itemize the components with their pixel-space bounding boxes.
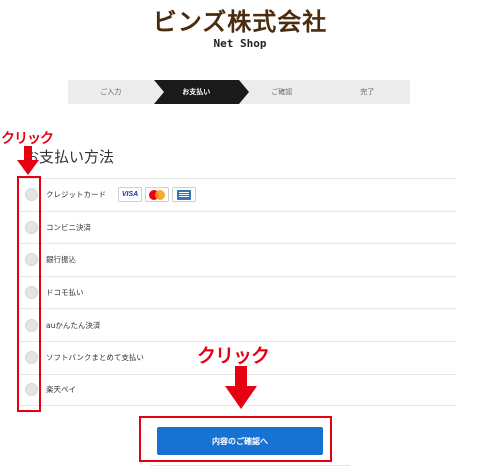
step-confirm: ご確認 (239, 80, 325, 104)
down-arrow-icon (17, 146, 39, 175)
mastercard-icon (145, 187, 169, 203)
step-complete: 完了 (325, 80, 411, 104)
logo-main-text: ビンズ株式会社 (152, 8, 328, 36)
visa-icon: VISA (118, 187, 142, 203)
logo-sub-text: Net Shop (213, 37, 267, 50)
payment-option-label: ドコモ払い (46, 288, 84, 298)
step-label: 完了 (360, 88, 375, 96)
step-label: ご確認 (271, 88, 293, 96)
payment-option-label: auかんたん決済 (46, 320, 101, 330)
payment-option-label: 楽天ペイ (46, 385, 76, 395)
divider (150, 465, 350, 466)
shop-logo[interactable]: ビンズ株式会社 Net Shop (140, 8, 340, 56)
radio-highlight-box (17, 176, 41, 412)
checkout-steps: ご入力 お支払い ご確認 完了 (68, 80, 410, 104)
down-arrow-icon (225, 366, 257, 409)
payment-option-label: ソフトバンクまとめて支払い (46, 353, 144, 363)
payment-option-label: 銀行振込 (46, 255, 76, 265)
payment-option-label: コンビニ決済 (46, 222, 91, 232)
payment-option-convenience-store[interactable]: コンビニ決済 (20, 210, 456, 244)
step-input: ご入力 (68, 80, 163, 104)
payment-option-bank-transfer[interactable]: 銀行振込 (20, 243, 456, 276)
card-brand-icons: VISA (118, 187, 196, 203)
payment-option-docomo[interactable]: ドコモ払い (20, 275, 456, 309)
payment-option-label: クレジットカード (46, 190, 106, 200)
confirm-order-button[interactable]: 内容のご確認へ (157, 427, 323, 455)
payment-option-au[interactable]: auかんたん決済 (20, 308, 456, 341)
amex-icon (172, 187, 196, 203)
visa-text: VISA (121, 191, 139, 199)
step-label: ご入力 (100, 88, 122, 96)
payment-option-credit-card[interactable]: クレジットカード VISA (20, 178, 456, 211)
click-annotation-right: クリック (197, 345, 270, 367)
step-payment: お支払い (152, 80, 249, 104)
step-label: お支払い (182, 88, 211, 96)
click-annotation-left: クリック (1, 131, 54, 147)
